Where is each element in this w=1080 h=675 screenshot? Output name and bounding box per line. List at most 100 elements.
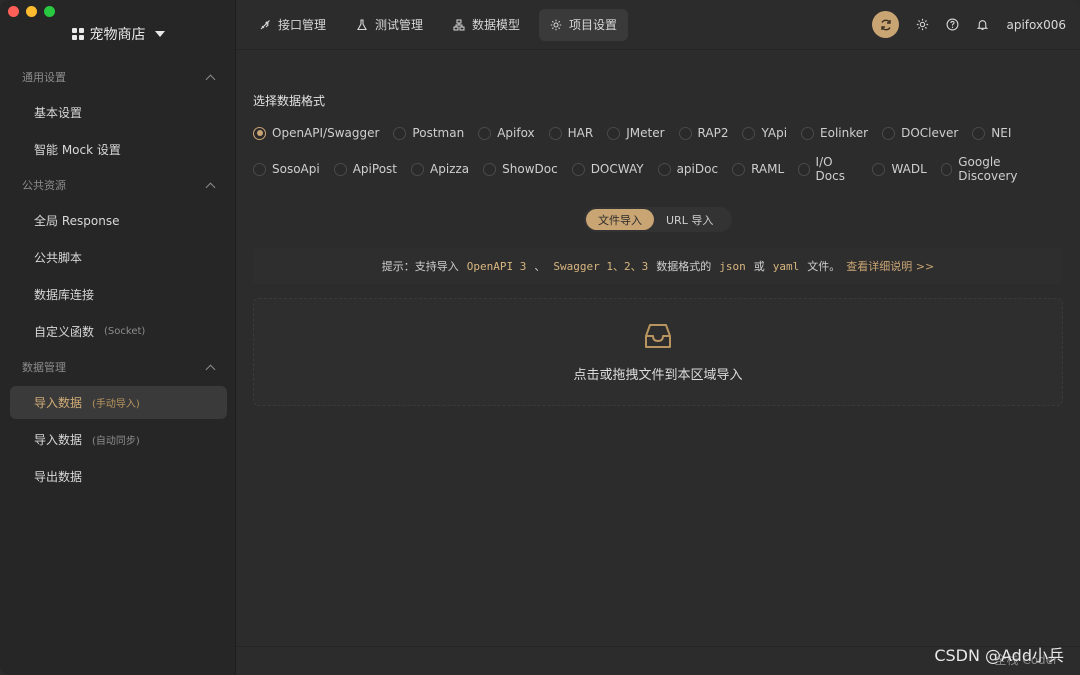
format-label: I/O Docs (815, 155, 845, 183)
settings-gear-icon[interactable] (916, 18, 929, 31)
sidebar-item[interactable]: 公共脚本 (10, 241, 227, 274)
format-option[interactable]: DOClever (882, 126, 958, 140)
project-name: 宠物商店 (89, 27, 146, 43)
nav-group-title[interactable]: 公共资源 (0, 170, 236, 200)
format-radio[interactable] (253, 126, 266, 140)
format-radio[interactable] (607, 126, 621, 140)
format-radio[interactable] (393, 126, 407, 140)
grid-icon (71, 28, 84, 40)
nav-group-title[interactable]: 数据管理 (0, 352, 236, 382)
tip-suffix: 文件。 (807, 260, 841, 273)
format-radio[interactable] (742, 126, 756, 140)
format-radio[interactable] (882, 126, 896, 140)
format-option[interactable]: Apizza (411, 162, 469, 176)
sidebar-item[interactable]: 导出数据 (10, 460, 227, 493)
format-option[interactable]: NEI (972, 126, 1011, 140)
sidebar-item[interactable]: 基本设置 (10, 96, 227, 129)
format-option[interactable]: YApi (742, 126, 787, 140)
file-dropzone[interactable]: 点击或拖拽文件到本区域导入 (253, 298, 1063, 406)
hierarchy-icon (453, 19, 465, 30)
format-radio[interactable] (333, 162, 347, 176)
chevron-up-icon[interactable] (205, 364, 216, 374)
format-radio[interactable] (872, 162, 886, 176)
tip-details-link[interactable]: 查看详细说明 >> (846, 258, 934, 274)
format-radio[interactable] (940, 162, 953, 176)
sidebar-item-sublabel: (手动导入) (92, 399, 140, 410)
format-label: Apifox (497, 126, 535, 140)
format-option[interactable]: DOCWAY (571, 162, 644, 176)
bell-icon[interactable] (976, 18, 989, 31)
username-label[interactable]: apifox006 (1006, 18, 1066, 32)
sidebar-item[interactable]: 数据库连接 (10, 278, 227, 311)
nav-group-title[interactable]: 通用设置 (0, 62, 236, 92)
file-import-tab[interactable]: 文件导入 (586, 209, 654, 230)
format-radio[interactable] (571, 162, 585, 176)
format-option[interactable]: OpenAPI/Swagger (253, 126, 379, 140)
sidebar-item[interactable]: 自定义函数 (Socket) (10, 315, 227, 348)
format-option[interactable]: Google Discovery (940, 155, 1049, 183)
format-option[interactable]: ShowDoc (483, 162, 558, 176)
tab-data-model[interactable]: 数据模型 (442, 9, 531, 41)
format-radio[interactable] (478, 126, 492, 140)
format-radio[interactable] (678, 126, 692, 140)
format-radio[interactable] (798, 162, 810, 176)
format-option[interactable]: Postman (393, 126, 464, 140)
sidebar-item-label: 导出数据 (34, 470, 83, 484)
sync-button[interactable] (872, 11, 900, 38)
format-option[interactable]: ApiPost (333, 162, 397, 176)
format-option[interactable]: HAR (548, 126, 594, 140)
dropzone-text: 点击或拖拽文件到本区域导入 (573, 367, 743, 383)
url-import-tab[interactable]: URL 导入 (654, 209, 725, 230)
format-radio[interactable] (972, 126, 986, 140)
tab-project-settings[interactable]: 项目设置 (539, 8, 629, 41)
tip-code-yaml: yaml (772, 259, 800, 273)
format-label: YApi (761, 126, 788, 140)
format-option[interactable]: Apifox (478, 126, 535, 140)
tab-api-management[interactable]: 接口管理 (248, 9, 337, 41)
chevron-up-icon[interactable] (205, 74, 216, 84)
tab-label: 数据模型 (472, 18, 521, 32)
close-window-button[interactable] (8, 6, 19, 17)
chevron-up-icon[interactable] (205, 182, 216, 192)
minimize-window-button[interactable] (26, 6, 37, 17)
format-label: apiDoc (676, 162, 719, 176)
maximize-window-button[interactable] (44, 6, 55, 17)
import-tip: 提示：支持导入 OpenAPI 3 、 Swagger 1、2、3 数据格式的 … (253, 248, 1063, 284)
format-radio[interactable] (801, 126, 815, 140)
format-label: HAR (567, 126, 594, 140)
format-row: SosoApi ApiPost Apizza ShowDoc DOCWAY apiDoc R… (253, 155, 1063, 183)
format-radio[interactable] (732, 162, 746, 176)
sidebar-item[interactable]: 全局 Response (10, 204, 227, 237)
format-label: RAML (751, 162, 785, 176)
sidebar-item-label: 公共脚本 (34, 251, 83, 265)
format-radio[interactable] (411, 162, 424, 176)
format-radio[interactable] (548, 126, 562, 140)
top-right-actions: apifox006 (872, 11, 1066, 38)
tab-test-management[interactable]: 测试管理 (345, 9, 434, 41)
tip-mid: 数据格式的 (656, 260, 712, 273)
format-row: OpenAPI/Swagger Postman Apifox HAR JMeter RAP… (253, 123, 1063, 143)
flask-icon (357, 18, 367, 30)
nav-group-label: 公共资源 (22, 179, 66, 192)
format-option[interactable]: WADL (872, 162, 927, 176)
format-option[interactable]: SosoApi (253, 162, 320, 176)
format-option[interactable]: JMeter (607, 126, 665, 140)
format-radio[interactable] (483, 162, 497, 176)
project-switcher[interactable]: 宠物商店 (0, 24, 236, 44)
format-radio[interactable] (253, 162, 266, 176)
help-icon[interactable] (946, 18, 959, 31)
format-option[interactable]: Eolinker (801, 126, 868, 140)
format-option[interactable]: apiDoc (657, 162, 719, 176)
format-option[interactable]: RAP2 (678, 126, 728, 140)
tip-code-swagger: Swagger 1、2、3 (553, 260, 649, 273)
format-label: Apizza (430, 162, 470, 176)
format-radio[interactable] (657, 162, 671, 176)
window-controls (8, 6, 55, 17)
sidebar-item[interactable]: 智能 Mock 设置 (10, 133, 227, 166)
sidebar-item[interactable]: 导入数据 (手动导入) (10, 386, 227, 419)
import-mode-switch: 文件导入 URL 导入 (584, 207, 732, 232)
sidebar-item-label: 数据库连接 (34, 288, 95, 302)
sidebar-item[interactable]: 导入数据 (自动同步) (10, 423, 227, 456)
format-option[interactable]: I/O Docs (798, 155, 858, 183)
format-option[interactable]: RAML (732, 162, 784, 176)
